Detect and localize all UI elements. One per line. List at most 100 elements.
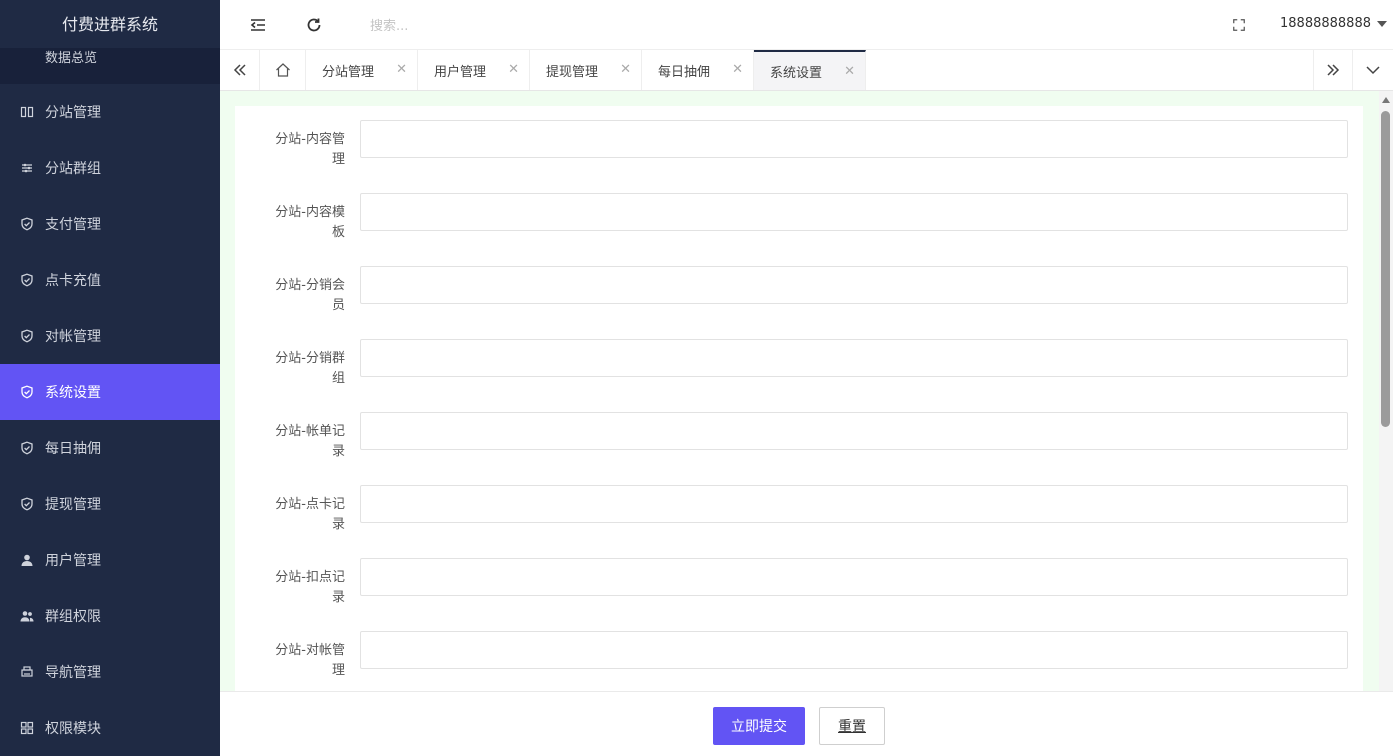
text-field[interactable] [360,485,1348,523]
sidebar-item[interactable]: 分站管理 [0,84,220,140]
text-field[interactable] [360,631,1348,669]
text-field[interactable] [360,412,1348,450]
sidebar-item-label: 点卡充值 [45,273,101,289]
search-input[interactable] [370,15,670,37]
text-field[interactable] [360,120,1348,158]
sidebar-item-label: 导航管理 [45,665,101,681]
shield-check-icon [20,441,34,455]
menu-fold-icon[interactable] [247,14,269,36]
sidebar-item[interactable]: 导航管理 [0,644,220,700]
form-row: 分站-内容管理 [235,120,1363,193]
tab-bar: 分站管理 ✕ 用户管理 ✕ 提现管理 ✕ 每日抽佣 ✕ 系统设置 ✕ [220,50,1393,91]
app-title: 付费进群系统 [0,0,220,49]
users-icon [20,609,34,623]
shield-check-icon [20,217,34,231]
scroll-thumb[interactable] [1381,111,1390,427]
sidebar: 付费进群系统 数据总览 分站管理分站群组支付管理点卡充值对帐管理系统设置每日抽佣… [0,0,220,756]
top-header: 18888888888 [220,0,1393,50]
form-row: 分站-内容模板 [235,193,1363,266]
form-row: 分站-对帐管理 [235,631,1363,691]
fullscreen-icon[interactable] [1228,14,1250,36]
tab-label: 每日抽佣 [658,64,711,80]
form-row: 分站-帐单记录 [235,412,1363,485]
shield-check-icon [20,497,34,511]
sidebar-item-label: 提现管理 [45,497,101,513]
field-label: 分站-分销群组 [275,351,345,386]
sidebar-item[interactable]: 每日抽佣 [0,420,220,476]
content-scrollbar[interactable] [1379,91,1393,691]
sidebar-item-label: 用户管理 [45,553,101,569]
reset-button[interactable]: 重置 [819,707,885,745]
sidebar-item[interactable]: 分站群组 [0,140,220,196]
text-field[interactable] [360,193,1348,231]
form-row: 分站-分销会员 [235,266,1363,339]
field-label: 分站-对帐管理 [275,643,345,678]
tab-label: 系统设置 [770,65,823,81]
field-label: 分站-分销会员 [275,278,345,313]
sidebar-item-label: 群组权限 [45,609,101,625]
user-menu[interactable]: 18888888888 [1280,16,1387,31]
sidebar-item-label: 权限模块 [45,721,101,737]
submit-button[interactable]: 立即提交 [713,707,805,745]
sidebar-item[interactable]: 支付管理 [0,196,220,252]
user-icon [20,553,34,567]
sliders-icon [20,161,34,175]
scroll-up-icon[interactable] [1382,97,1390,103]
field-label: 分站-点卡记录 [275,497,345,532]
tab[interactable]: 用户管理 ✕ [418,50,530,90]
sidebar-subitem-overview[interactable]: 数据总览 [0,49,220,84]
sidebar-item[interactable]: 系统设置 [0,364,220,420]
sidebar-item[interactable]: 点卡充值 [0,252,220,308]
sidebar-item-label: 分站群组 [45,161,101,177]
sidebar-item-label: 每日抽佣 [45,441,101,457]
sidebar-item-label: 系统设置 [45,385,101,401]
columns-icon [20,105,34,119]
field-label: 分站-内容管理 [275,132,345,167]
sidebar-item[interactable]: 用户管理 [0,532,220,588]
text-field[interactable] [360,558,1348,596]
caret-down-icon [1377,20,1387,27]
tab-label: 提现管理 [546,64,599,80]
form-row: 分站-点卡记录 [235,485,1363,558]
settings-form: 分站-内容管理 分站-内容模板 分站-分销会员 分站-分销群组 分站-帐单记录 分站-点卡… [235,106,1363,691]
user-name: 18888888888 [1280,16,1371,31]
tab[interactable]: 提现管理 ✕ [530,50,642,90]
grid-icon [20,721,34,735]
close-icon[interactable]: ✕ [732,62,743,77]
form-row: 分站-扣点记录 [235,558,1363,631]
field-label: 分站-扣点记录 [275,570,345,605]
tab[interactable]: 分站管理 ✕ [306,50,418,90]
shield-check-icon [20,385,34,399]
field-label: 分站-内容模板 [275,205,345,240]
shield-check-icon [20,329,34,343]
tabs-scroll-left-icon[interactable] [220,50,260,90]
text-field[interactable] [360,339,1348,377]
sidebar-item-label: 分站管理 [45,105,101,121]
tab[interactable]: 系统设置 ✕ [754,50,866,90]
sidebar-nav: 分站管理分站群组支付管理点卡充值对帐管理系统设置每日抽佣提现管理用户管理群组权限… [0,84,220,756]
close-icon[interactable]: ✕ [396,62,407,77]
sidebar-item[interactable]: 权限模块 [0,700,220,756]
close-icon[interactable]: ✕ [508,62,519,77]
tabs-dropdown-icon[interactable] [1353,50,1393,90]
close-icon[interactable]: ✕ [844,64,855,79]
sidebar-item[interactable]: 对帐管理 [0,308,220,364]
content-area: 分站-内容管理 分站-内容模板 分站-分销会员 分站-分销群组 分站-帐单记录 分站-点卡… [220,91,1379,691]
home-tab-icon[interactable] [260,50,306,90]
sidebar-item-label: 支付管理 [45,217,101,233]
tabs-scroll-right-icon[interactable] [1313,50,1353,90]
form-row: 分站-分销群组 [235,339,1363,412]
close-icon[interactable]: ✕ [620,62,631,77]
refresh-icon[interactable] [303,14,325,36]
text-field[interactable] [360,266,1348,304]
shield-check-icon [20,273,34,287]
sidebar-item[interactable]: 群组权限 [0,588,220,644]
form-footer: 立即提交 重置 [220,691,1393,756]
field-label: 分站-帐单记录 [275,424,345,459]
tab-label: 分站管理 [322,64,375,80]
sidebar-item-label: 对帐管理 [45,329,101,345]
tab-label: 用户管理 [434,64,487,80]
print-icon [20,665,34,679]
sidebar-item[interactable]: 提现管理 [0,476,220,532]
tab[interactable]: 每日抽佣 ✕ [642,50,754,90]
